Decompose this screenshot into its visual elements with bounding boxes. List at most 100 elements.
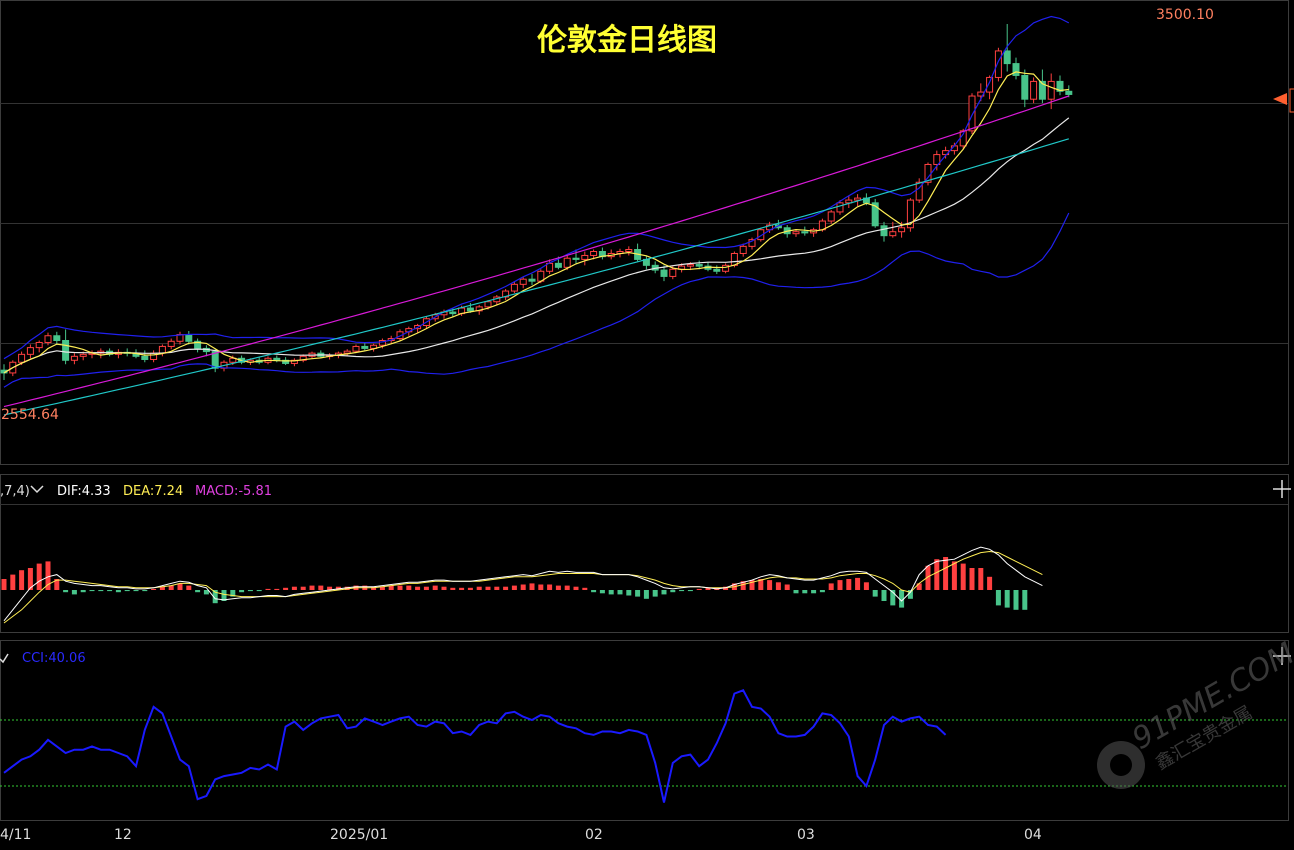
candle-body	[1021, 74, 1029, 100]
x-tick-label: 03	[797, 827, 815, 843]
macd-histogram-bar	[177, 583, 183, 590]
macd-histogram-bar	[1004, 590, 1010, 608]
candle-body	[669, 268, 677, 277]
macd-histogram-bar	[19, 570, 25, 590]
candle-body	[70, 355, 78, 361]
cci-value-label: CCI:40.06	[22, 651, 86, 666]
macd-histogram-bar	[476, 586, 482, 590]
candle-body	[660, 269, 668, 277]
candle-body	[898, 227, 906, 233]
candle-body	[352, 345, 360, 352]
macd-histogram-bar	[283, 587, 289, 590]
ma120-line	[3, 138, 1069, 416]
macd-histogram-bar	[256, 590, 262, 592]
macd-histogram-bar	[98, 590, 104, 592]
macd-histogram-bar	[687, 590, 693, 592]
macd-histogram-bar	[643, 590, 649, 599]
candle-body	[986, 76, 994, 93]
candle-body	[686, 264, 694, 267]
macd-histogram-bar	[467, 587, 473, 590]
candle-body	[528, 278, 536, 282]
macd-histogram-bar	[503, 586, 509, 590]
x-tick-label: 2025/01	[330, 827, 388, 843]
watermark-logo-inner	[1110, 754, 1132, 776]
macd-histogram-bar	[775, 582, 781, 590]
macd-histogram-bar	[300, 586, 306, 590]
macd-histogram-bar	[511, 585, 517, 590]
candle-body	[18, 353, 26, 363]
macd-panel-frame	[0, 474, 1289, 633]
candle-body	[343, 350, 351, 354]
candle-body	[889, 231, 897, 237]
macd-histogram-bar	[608, 590, 614, 595]
macd-histogram-bar	[916, 583, 922, 590]
macd-histogram-bar	[635, 590, 641, 597]
macd-histogram-bar	[784, 584, 790, 590]
macd-histogram-bar	[450, 587, 456, 590]
macd-histogram-bar	[951, 561, 957, 590]
candle-body	[510, 283, 518, 292]
macd-histogram-bar	[960, 563, 966, 590]
candle-body	[519, 278, 527, 285]
macd-histogram-bar	[538, 584, 544, 590]
candle-body	[968, 95, 976, 132]
macd-histogram-bar	[564, 585, 570, 590]
macd-histogram-bar	[995, 590, 1001, 606]
macd-histogram-bar	[441, 586, 447, 590]
candle-body	[1030, 80, 1038, 100]
macd-histogram-bar	[63, 590, 69, 593]
macd-histogram-bar	[670, 590, 676, 593]
candle-body	[827, 211, 835, 222]
macd-histogram-bar	[432, 585, 438, 590]
candlesticks	[0, 24, 1073, 381]
macd-histogram-bar	[617, 590, 623, 595]
candle-body	[35, 341, 43, 349]
macd-histogram-bar	[696, 588, 702, 590]
cci-plot	[0, 689, 1288, 803]
candle-body	[836, 202, 844, 213]
svg-text:,7,4): ,7,4)	[0, 484, 30, 499]
macd-histogram-bar	[80, 590, 86, 593]
macd-histogram-bar	[115, 590, 121, 593]
macd-histogram-bar	[599, 590, 605, 594]
x-axis: 4/11 12 2025/01 02 03 04	[0, 827, 1042, 843]
macd-histogram-bar	[459, 587, 465, 590]
candle-body	[590, 250, 598, 256]
macd-histogram-bar	[802, 590, 808, 594]
macd-histogram-bar	[591, 590, 597, 593]
macd-plot	[1, 546, 1043, 624]
candle-body	[554, 262, 562, 268]
candle-body	[361, 345, 369, 349]
macd-histogram-bar	[978, 568, 984, 590]
macd-histogram-bar	[837, 580, 843, 590]
candle-body	[1047, 80, 1055, 100]
macd-histogram-bar	[1, 579, 7, 590]
macd-histogram-bar	[969, 568, 975, 590]
x-tick-label: 04	[1024, 827, 1042, 843]
cci-check-icon[interactable]	[0, 653, 9, 664]
candle-body	[79, 353, 87, 357]
macd-histogram-bar	[652, 590, 658, 597]
macd-histogram-bar	[265, 588, 271, 590]
low-price-label: 2554.64	[1, 407, 59, 423]
macd-histogram-bar	[423, 586, 429, 590]
macd-histogram-bar	[124, 590, 130, 592]
candle-body	[739, 245, 747, 254]
macd-histogram-bar	[107, 590, 113, 592]
macd-histogram-bar	[582, 587, 588, 590]
candle-body	[563, 257, 571, 268]
candle-body	[792, 231, 800, 235]
candle-body	[880, 225, 888, 237]
macd-histogram-bar	[811, 590, 817, 594]
macd-value-label: MACD:-5.81	[195, 484, 272, 499]
macd-histogram-bar	[397, 585, 403, 590]
macd-histogram-bar	[415, 586, 421, 590]
candle-body	[572, 257, 580, 260]
candle-body	[273, 357, 281, 361]
macd-histogram-bar	[186, 585, 192, 590]
macd-dropdown-chevron-icon[interactable]	[30, 485, 44, 494]
candle-body	[44, 335, 52, 343]
bollinger-lower-line	[3, 212, 1070, 388]
x-tick-label: 4/11	[0, 827, 31, 843]
x-tick-label: 02	[585, 827, 603, 843]
